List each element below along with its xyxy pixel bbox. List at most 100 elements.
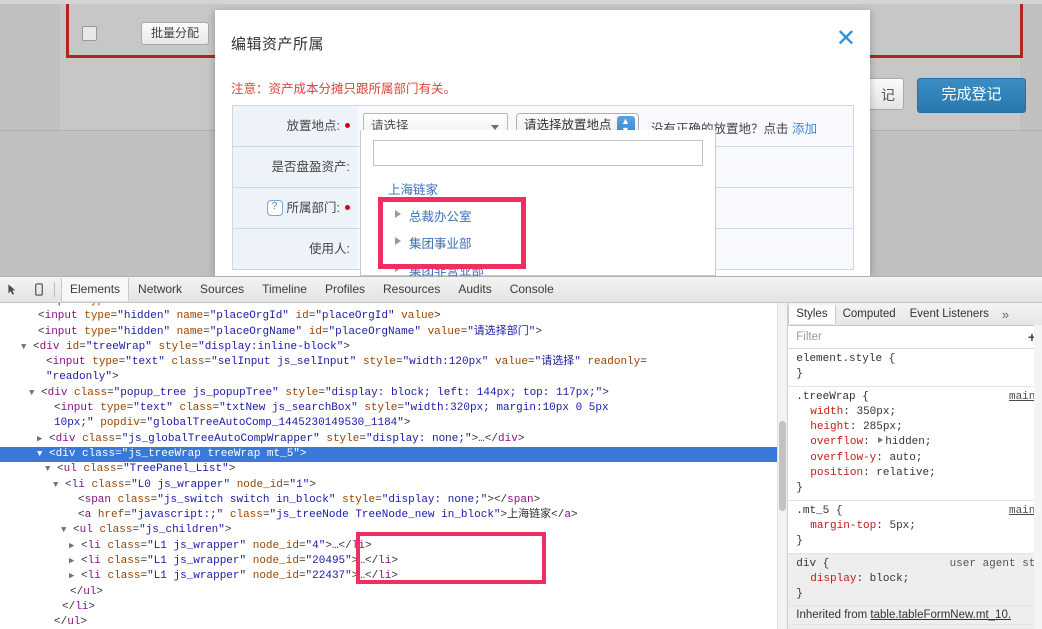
dom-line-selected[interactable]: ▼ <div class="js_treeWrap treeWrap mt_5"…	[0, 446, 788, 463]
style-property-colon: :	[876, 451, 890, 464]
style-selector[interactable]: .mt_5 {	[796, 505, 842, 517]
expand-shorthand-icon[interactable]	[878, 437, 884, 444]
styles-filter-bar: Filter +	[788, 326, 1042, 349]
tree-search-input[interactable]	[373, 140, 703, 166]
tree-node-root[interactable]: 上海链家	[373, 176, 703, 202]
inherited-target-link[interactable]: table.tableFormNew.mt_10.	[870, 609, 1011, 621]
style-rule-close: }	[796, 588, 803, 601]
expand-arrow-icon[interactable]	[395, 210, 401, 218]
style-selector[interactable]: div {	[796, 558, 829, 570]
disclosure-triangle-icon[interactable]: ▼	[61, 525, 66, 535]
dom-line[interactable]: ▼ <li class="L0 js_wrapper" node_id="1">	[0, 478, 787, 493]
style-rule[interactable]: .mt_5 {main. margin-top: 5px;}	[788, 501, 1042, 554]
style-property-value[interactable]: hidden;	[885, 436, 931, 448]
dom-line[interactable]: 10px;" popdiv="globalTreeAutoComp_144523…	[0, 416, 787, 431]
expand-arrow-icon[interactable]	[395, 264, 401, 272]
tab-styles[interactable]: Styles	[788, 304, 836, 324]
tab-sources[interactable]: Sources	[191, 278, 253, 301]
style-property-name[interactable]: width	[796, 406, 843, 418]
tab-timeline[interactable]: Timeline	[253, 278, 316, 301]
dom-line[interactable]: ▶ <li class="L1 js_wrapper" node_id="204…	[0, 554, 787, 569]
dom-line[interactable]: ▼ <div id="treeWrap" style="display:inli…	[0, 340, 787, 355]
dom-tree-scrollbar-thumb[interactable]	[779, 421, 787, 511]
row-select-checkbox[interactable]	[82, 26, 97, 41]
modal-title: 编辑资产所属	[231, 36, 325, 53]
label-text-placement: 放置地点:	[286, 119, 340, 133]
close-icon[interactable]: ✕	[836, 27, 856, 51]
inspect-element-icon[interactable]	[0, 278, 26, 302]
disclosure-triangle-icon[interactable]: ▶	[69, 571, 74, 581]
tree-node-child[interactable]: 集团非营业部	[373, 256, 703, 283]
dom-line[interactable]: ▶ <li class="L1 js_wrapper" node_id="224…	[0, 569, 787, 584]
form-label-department: ? 所属部门:	[233, 188, 357, 228]
dom-line[interactable]: <input type="text" class="selInput js_se…	[0, 355, 787, 370]
device-toggle-icon[interactable]	[26, 278, 52, 302]
screenshot-root: 批量分配 记 完成登记 编辑资产所属 ✕ 注意：资产成本分摊只跟所属部门有关。 …	[0, 0, 1042, 629]
tab-profiles[interactable]: Profiles	[316, 278, 374, 301]
dom-tree-scrollbar[interactable]	[777, 303, 788, 629]
complete-registration-button[interactable]: 完成登记	[917, 78, 1026, 113]
expand-arrow-icon[interactable]	[395, 237, 401, 245]
devtools-body: <input type="hidden" name="id" id="asset…	[0, 303, 1042, 629]
dom-line[interactable]: <a href="javascript:;" class="js_treeNod…	[0, 508, 787, 523]
disclosure-triangle-icon[interactable]: ▼	[29, 388, 34, 398]
tree-node-child[interactable]: 集团事业部	[373, 229, 703, 256]
style-rule[interactable]: table {user agent sty	[788, 625, 1042, 629]
dom-line[interactable]: <input type="text" class="txtNew js_sear…	[0, 401, 787, 416]
style-property-value[interactable]: 350px;	[856, 406, 896, 418]
disclosure-triangle-icon[interactable]: ▼	[37, 449, 42, 459]
dom-line[interactable]: </ul>	[0, 585, 787, 600]
style-property-name[interactable]: overflow-y	[796, 452, 876, 464]
label-text-department: 所属部门:	[286, 201, 340, 215]
style-selector[interactable]: element.style {	[796, 353, 895, 365]
style-property-colon: :	[876, 519, 890, 532]
dom-line[interactable]: "readonly">	[0, 370, 787, 385]
dom-line[interactable]: </ul>	[0, 615, 787, 629]
style-property-name[interactable]: overflow	[796, 436, 863, 448]
more-tabs-icon[interactable]: »	[996, 307, 1015, 322]
style-rule[interactable]: .treeWrap {main. width: 350px; height: 285…	[788, 387, 1042, 501]
dom-line[interactable]: ▼ <ul class="js_children">	[0, 523, 787, 538]
style-property-value[interactable]: block;	[870, 573, 910, 585]
disclosure-triangle-icon[interactable]: ▶	[69, 541, 74, 551]
tab-elements[interactable]: Elements	[61, 278, 130, 301]
help-question-icon[interactable]: ?	[266, 199, 283, 216]
style-property-value[interactable]: auto;	[889, 452, 922, 464]
required-dot	[345, 205, 350, 211]
style-rule[interactable]: div {user agent sty display: block;}	[788, 553, 1042, 607]
disclosure-triangle-icon[interactable]: ▼	[21, 342, 26, 352]
disclosure-triangle-icon[interactable]: ▶	[37, 434, 42, 444]
style-property-value[interactable]: 285px;	[863, 421, 903, 433]
dom-line[interactable]: <input type="hidden" name="placeOrgId" i…	[0, 309, 787, 324]
styles-scrollbar[interactable]	[1034, 325, 1042, 629]
tab-computed[interactable]: Computed	[836, 305, 903, 324]
style-property-value[interactable]: relative;	[876, 467, 935, 479]
dom-line[interactable]: <span class="js_switch switch in_block" …	[0, 493, 787, 508]
bulk-assign-button[interactable]: 批量分配	[141, 22, 210, 45]
dom-tree-pane[interactable]: <input type="hidden" name="id" id="asset…	[0, 303, 788, 629]
style-property-value[interactable]: 5px;	[889, 520, 915, 532]
styles-pane: Styles Computed Event Listeners » Filter…	[787, 303, 1042, 629]
dom-line[interactable]: ▶ <li class="L1 js_wrapper" node_id="4">…	[0, 539, 787, 554]
dom-line[interactable]: <input type="hidden" name="placeOrgName"…	[0, 325, 787, 340]
style-rule[interactable]: element.style {}	[788, 349, 1042, 387]
tree-node-label: 集团非营业部	[409, 264, 485, 278]
style-property-name[interactable]: margin-top	[796, 520, 876, 532]
disclosure-triangle-icon[interactable]: ▼	[53, 480, 58, 490]
dom-line[interactable]: ▼ <ul class="TreePanel_List">	[0, 462, 787, 477]
style-property-name[interactable]: display	[796, 573, 856, 585]
disclosure-triangle-icon[interactable]: ▼	[45, 464, 50, 474]
style-rule-close: }	[796, 368, 803, 381]
add-placement-link[interactable]: 添加	[792, 122, 817, 136]
style-selector[interactable]: .treeWrap {	[796, 391, 869, 403]
tree-node-child[interactable]: 总裁办公室	[373, 202, 703, 229]
dom-line[interactable]: ▼ <div class="popup_tree js_popupTree" s…	[0, 386, 787, 401]
styles-filter-input[interactable]: Filter	[796, 331, 822, 343]
style-property-name[interactable]: position	[796, 467, 863, 479]
dom-line[interactable]: </li>	[0, 600, 787, 615]
tab-event-listeners[interactable]: Event Listeners	[903, 305, 996, 324]
style-property-name[interactable]: height	[796, 421, 850, 433]
disclosure-triangle-icon[interactable]: ▶	[69, 556, 74, 566]
tab-network[interactable]: Network	[129, 278, 191, 301]
dom-line[interactable]: ▶ <div class="js_globalTreeAutoCompWrapp…	[0, 432, 787, 447]
